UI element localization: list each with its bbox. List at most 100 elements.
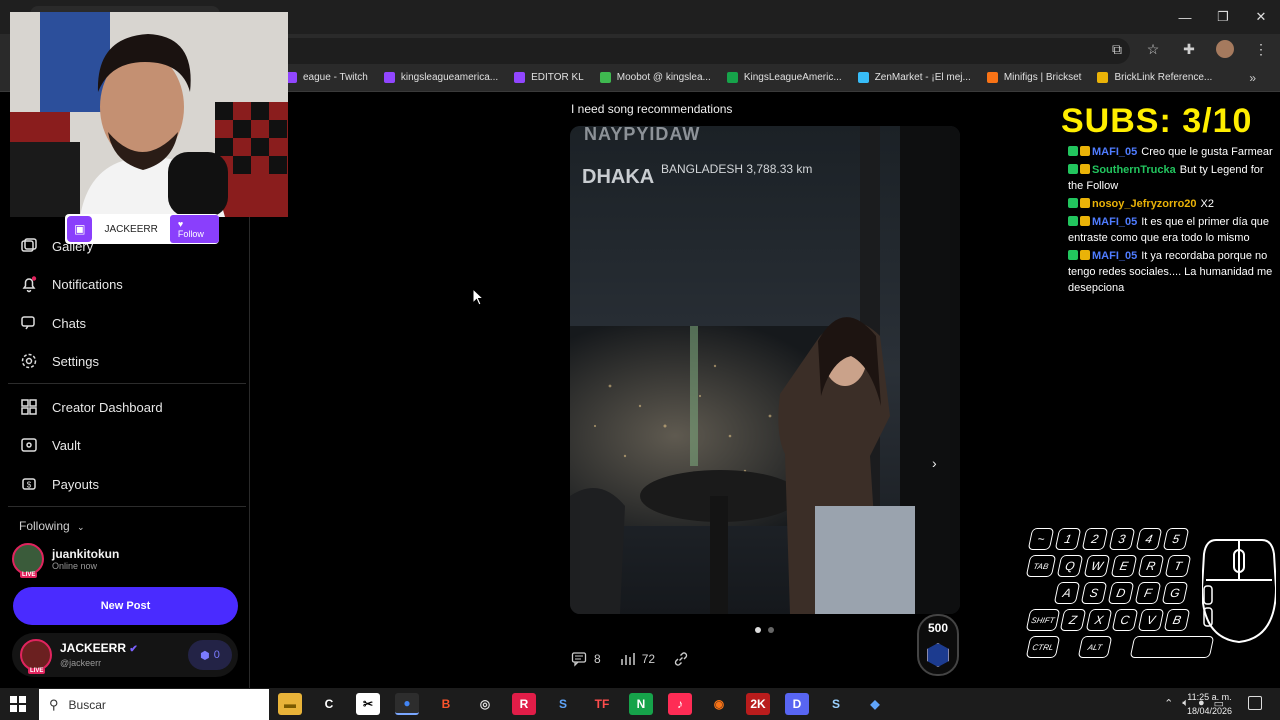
bookmark-item[interactable]: Moobot @ kingslea... [599,72,711,83]
carousel-dot-active[interactable] [755,627,761,633]
bar-chart-icon [620,653,635,665]
bell-icon [22,276,37,293]
chat-username: MAFI_05 [1092,146,1138,158]
sidebar-item-creator-dashboard[interactable]: Creator Dashboard [20,398,163,416]
comments-count: 8 [594,652,601,666]
notifications-icon[interactable] [1248,696,1262,710]
sidebar-item-chats[interactable]: Chats [20,314,86,332]
channel-points-badge: 500 [917,614,959,676]
bookmark-item[interactable]: ZenMarket - ¡El mej... [857,72,971,83]
sidebar-item-label: Creator Dashboard [52,399,163,415]
extensions-icon[interactable]: ✚ [1180,41,1198,58]
clock[interactable]: 11:25 a. m. 18/04/2026 [1187,690,1232,718]
photo-illustration [570,126,960,614]
tf-icon[interactable]: TF [590,693,614,715]
close-icon[interactable]: ✕ [1242,0,1280,34]
following-header[interactable]: Following ⌄ [19,519,85,533]
current-user-card[interactable]: LIVE JACKEERR ✔ @jackeerr ⬢ 0 [12,633,238,677]
address-bar[interactable] [250,38,1130,64]
follow-card: ▣ JACKEERR ♥ Follow [65,214,219,244]
current-user-handle: @jackeerr [60,658,102,668]
roblox-icon[interactable]: R [512,693,536,715]
taskbar-apps: ▬ C ✂ ● B ◎ R S TF N ♪ ◉ 2K D S ◆ [278,693,887,715]
bookmark-star-icon[interactable]: ☆ [1144,41,1162,58]
photo-caption-top: NAYPYIDAW [584,126,701,144]
sidebar-item-settings[interactable]: Settings [20,352,99,370]
link-icon [674,652,688,666]
brave-icon[interactable]: B [434,693,458,715]
post-photo[interactable]: NAYPYIDAW DHAKA BANGLADESH 3,788.33 km [570,126,960,614]
bookmark-favicon-icon [383,72,395,83]
spreadsheet-icon[interactable]: N [629,693,653,715]
chat-text: X2 [1200,198,1215,210]
following-user[interactable]: LIVE juankitokun Online now [12,543,119,578]
share-link[interactable] [673,651,689,667]
points-value: 0 [213,649,220,661]
blender-icon[interactable]: ◉ [707,693,731,715]
file-explorer-icon[interactable]: ▬ [278,693,302,715]
sidebar-item-payouts[interactable]: $ Payouts [20,475,99,493]
follow-button[interactable]: ♥ Follow [169,215,219,243]
bookmark-favicon-icon [726,72,738,83]
taskbar-search[interactable]: ⚲ Buscar [39,689,269,720]
obs-icon[interactable]: ◎ [473,693,497,715]
profile-avatar-icon[interactable] [1216,40,1234,58]
sidebar-item-label: Notifications [52,276,123,292]
windows-start-icon[interactable] [10,696,26,712]
subs-counter: SUBS: 3/10 [1061,102,1253,140]
nba-icon[interactable]: 2K [746,693,770,715]
chevron-up-icon[interactable]: ⌃ [1164,697,1173,710]
window-controls: ― ❐ ✕ [1166,0,1280,34]
steam-icon[interactable]: S [824,693,848,715]
chat-message: MAFI_05 It ya recordaba porque no tengo r… [1068,248,1280,296]
chat-message: nosoy_Jefryzorro20 X2 [1068,196,1280,212]
follow-card-name: JACKEERR [104,223,158,235]
verified-icon: ✔ [129,644,138,655]
sub-badge-icon [1080,198,1090,208]
chat-username: SouthernTrucka [1092,164,1176,176]
chat-message: SouthernTrucka But ty Legend for the Foll… [1068,162,1280,194]
sidebar-item-vault[interactable]: Vault [20,436,81,454]
capcut-icon[interactable]: C [317,693,341,715]
twitch-icon: ▣ [67,216,93,242]
more-bookmarks-icon[interactable]: » [1249,71,1256,85]
bookmark-item[interactable]: Minifigs | Brickset [986,72,1081,83]
sub-badge-icon [1080,164,1090,174]
sidebar-item-label: Chats [52,315,86,331]
current-user-name: JACKEERR ✔ [60,641,138,655]
bookmark-label: BrickLink Reference... [1114,72,1213,83]
install-app-icon[interactable]: ⧉ [1108,41,1126,58]
discord-icon[interactable]: D [785,693,809,715]
bookmark-item[interactable]: EDITOR KL [514,72,584,83]
sidebar-item-notifications[interactable]: Notifications [20,275,123,293]
bookmark-item[interactable]: KingsLeagueAmeric... [726,72,842,83]
avatar: LIVE [20,639,52,674]
bookmark-item[interactable]: eague - Twitch [286,72,368,83]
points-pill[interactable]: ⬢ 0 [188,640,232,670]
capcut-alt-icon[interactable]: ✂ [356,693,380,715]
carousel-next-button[interactable]: › [932,455,937,471]
maximize-icon[interactable]: ❐ [1204,0,1242,34]
kings-league-badge-icon [1068,216,1078,226]
chrome-icon[interactable]: ● [395,693,419,715]
vault-icon [21,438,37,452]
browser-menu-icon[interactable]: ⋮ [1252,41,1270,58]
rocket-league-icon[interactable]: ◆ [863,693,887,715]
bookmark-item[interactable]: BrickLink Reference... [1097,72,1212,83]
tiktok-icon[interactable]: ♪ [668,693,692,715]
carousel-dots [755,627,774,633]
divider [8,506,246,507]
carousel-dot[interactable] [768,627,774,633]
minimize-icon[interactable]: ― [1166,0,1204,34]
clock-date: 18/04/2026 [1186,706,1232,716]
sling-icon[interactable]: S [551,693,575,715]
kings-league-badge-icon [1068,250,1078,260]
comments-stat[interactable]: 8 [571,651,601,667]
new-post-button[interactable]: New Post [13,587,238,625]
chat-username: MAFI_05 [1092,250,1138,262]
sidebar-item-label: Settings [52,353,99,369]
bookmark-item[interactable]: kingsleagueamerica... [383,72,498,83]
kings-league-badge-icon [1068,146,1078,156]
sidebar-item-label: Payouts [52,476,99,492]
gear-icon [21,353,37,369]
